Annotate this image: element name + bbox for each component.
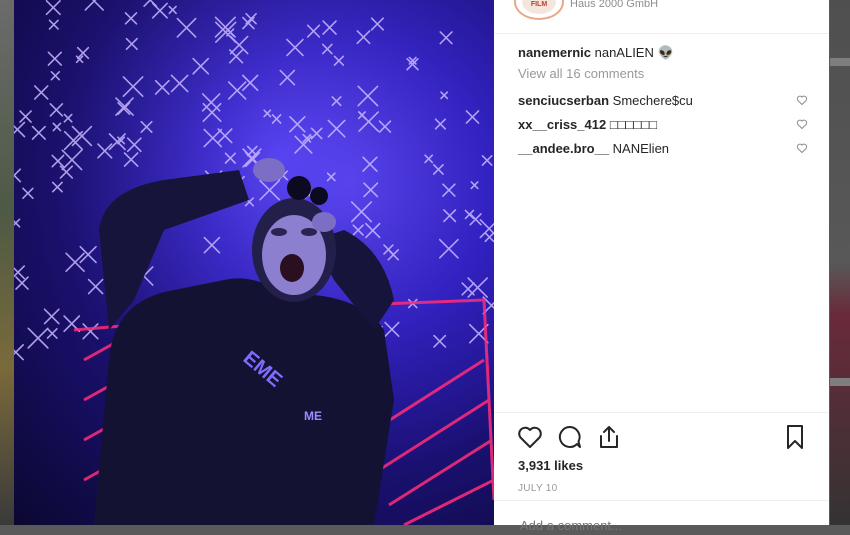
comment-heart-icon[interactable]: [796, 94, 808, 106]
bookmark-icon[interactable]: [781, 423, 809, 451]
post-date[interactable]: JULY 10: [518, 483, 558, 494]
comment-heart-icon[interactable]: [796, 118, 808, 130]
feed-backdrop-left: [0, 0, 14, 525]
avatar[interactable]: FILM: [514, 0, 564, 20]
comment-item: __andee.bro__ NANElien: [518, 141, 808, 159]
post-actions: 3,931 likes JULY 10: [494, 412, 829, 498]
comment-username[interactable]: xx__criss_412: [518, 117, 606, 132]
post-caption: nanemernic nanALIEN 👽: [518, 45, 674, 61]
post-photo[interactable]: EME ME: [14, 0, 494, 525]
view-all-comments-link[interactable]: View all 16 comments: [518, 66, 644, 81]
comment-text: Smechere$cu: [612, 93, 693, 108]
likes-number: 3,931: [518, 458, 551, 473]
caption-text: nanALIEN 👽: [594, 45, 674, 60]
caption-username[interactable]: nanemernic: [518, 45, 591, 60]
comment-username[interactable]: __andee.bro__: [518, 141, 609, 156]
share-icon[interactable]: [595, 423, 623, 451]
location-link[interactable]: Haus 2000 GmbH: [570, 0, 658, 10]
add-comment-input[interactable]: [518, 515, 802, 535]
comment-item: senciucserban Smechere$cu: [518, 93, 808, 111]
comment-text: NANElien: [612, 141, 670, 156]
post-side-panel: FILM Haus 2000 GmbH nanemernic nanALIEN …: [494, 0, 829, 535]
comment-text: □□□□□□: [609, 117, 657, 132]
comment-item: xx__criss_412 □□□□□□: [518, 117, 808, 135]
comment-heart-icon[interactable]: [796, 142, 808, 154]
feed-backdrop-right: [830, 0, 850, 525]
heart-icon[interactable]: [516, 423, 544, 451]
likes-count[interactable]: 3,931 likes: [518, 458, 583, 473]
add-comment-bar: [494, 500, 829, 535]
post-header: FILM Haus 2000 GmbH: [494, 0, 829, 34]
svg-text:ME: ME: [304, 409, 322, 423]
avatar-logo: FILM: [522, 0, 556, 14]
photo-artwork: EME ME: [14, 0, 494, 525]
comment-bubble-icon[interactable]: [556, 423, 584, 451]
comment-username[interactable]: senciucserban: [518, 93, 609, 108]
likes-label: likes: [554, 458, 584, 473]
